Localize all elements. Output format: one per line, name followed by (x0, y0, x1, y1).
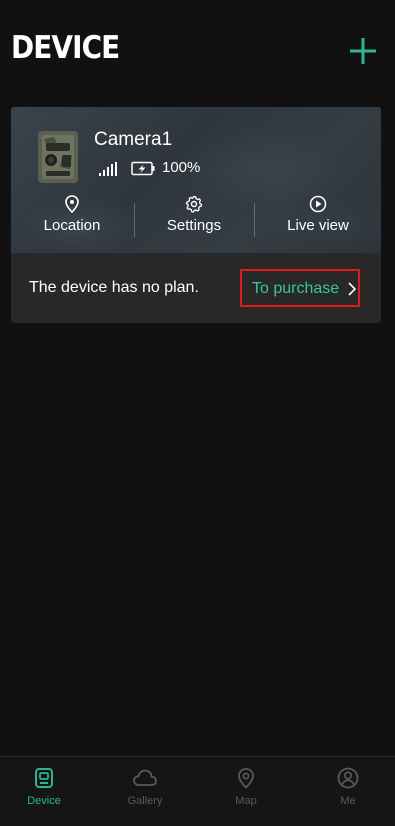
device-name: Camera1 (94, 129, 173, 150)
tab-device[interactable]: Device (14, 767, 74, 807)
page-title: DEVICE (11, 30, 120, 66)
chevron-right-icon (348, 282, 356, 296)
tab-map[interactable]: Map (216, 767, 276, 807)
map-pin-icon (238, 768, 254, 789)
tab-me[interactable]: Me (318, 767, 378, 807)
signal-strength-icon (99, 162, 117, 176)
tab-map-label: Map (235, 795, 257, 807)
plan-status-row: The device has no plan. To purchase (11, 253, 381, 323)
play-circle-icon (309, 195, 327, 213)
battery-level: 100% (162, 159, 201, 176)
tab-device-label: Device (27, 795, 61, 807)
tab-gallery-label: Gallery (127, 795, 163, 807)
cloud-icon (133, 769, 157, 786)
battery-charging-icon (131, 161, 155, 176)
gear-icon (185, 195, 203, 213)
bottom-tab-bar: Device Gallery Map Me (0, 756, 395, 826)
device-card-header: Camera1 100% Location Settings Live view (11, 107, 381, 253)
to-purchase-button[interactable]: To purchase (240, 269, 360, 307)
live-view-label: Live view (287, 217, 349, 234)
header: DEVICE (0, 0, 395, 100)
settings-button[interactable]: Settings (152, 195, 236, 245)
divider (254, 203, 255, 237)
device-card[interactable]: Camera1 100% Location Settings Live view… (11, 107, 381, 323)
add-device-button[interactable] (346, 34, 380, 68)
user-icon (337, 767, 359, 789)
tab-gallery[interactable]: Gallery (115, 767, 175, 807)
settings-label: Settings (166, 217, 222, 234)
divider (134, 203, 135, 237)
location-button[interactable]: Location (29, 195, 115, 245)
device-icon (35, 768, 53, 788)
to-purchase-label: To purchase (252, 280, 340, 297)
live-view-button[interactable]: Live view (273, 195, 363, 245)
camera-thumbnail (38, 131, 78, 183)
tab-me-label: Me (340, 795, 356, 807)
location-pin-icon (65, 195, 79, 213)
plan-status-text: The device has no plan. (29, 279, 199, 296)
location-label: Location (43, 217, 101, 234)
